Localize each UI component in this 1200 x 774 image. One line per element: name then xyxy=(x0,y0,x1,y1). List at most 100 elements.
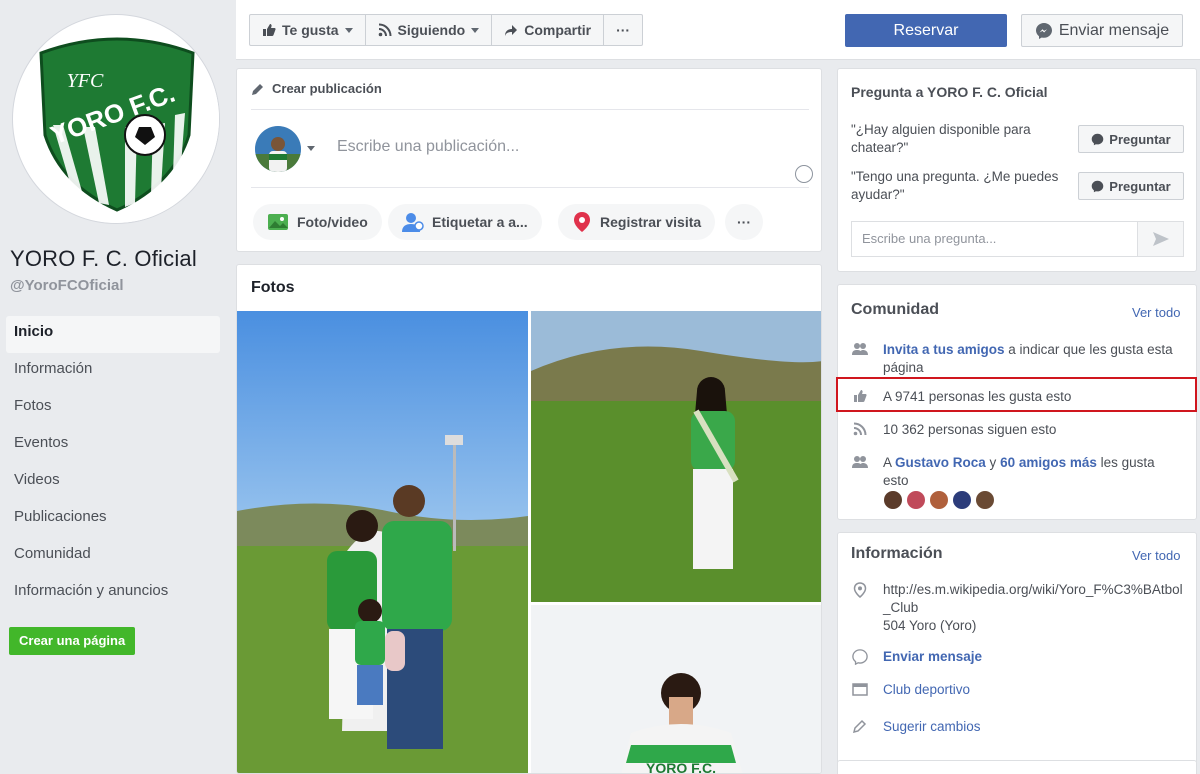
friend-name-link[interactable]: Gustavo Roca xyxy=(895,455,986,470)
nav-item-eventos[interactable]: Eventos xyxy=(6,427,220,464)
photos-card: Fotos YORO F.C. xyxy=(236,264,822,774)
information-title: Información xyxy=(851,545,943,562)
messenger-icon xyxy=(1092,133,1104,145)
address: 504 Yoro (Yoro) xyxy=(883,618,977,633)
folder-icon xyxy=(852,683,868,696)
ask-question-2: "Tengo una pregunta. ¿Me puedes ayudar?" xyxy=(851,169,1059,202)
messenger-icon xyxy=(1092,180,1104,192)
nav-item-inicio[interactable]: Inicio xyxy=(6,316,220,353)
nav-item-videos[interactable]: Videos xyxy=(6,464,220,501)
thumbs-up-icon xyxy=(263,24,276,36)
info-send-message-link[interactable]: Enviar mensaje xyxy=(883,648,982,666)
suggest-edits-link[interactable]: Sugerir cambios xyxy=(883,718,981,736)
share-button[interactable]: Compartir xyxy=(492,15,605,45)
location-pin-icon xyxy=(574,212,590,232)
friend-avatar[interactable] xyxy=(930,491,948,509)
ask-button-1-label: Preguntar xyxy=(1109,131,1171,147)
community-see-all-link[interactable]: Ver todo xyxy=(1132,305,1180,320)
nav-item-publicaciones[interactable]: Publicaciones xyxy=(6,501,220,538)
nav-item-comunidad[interactable]: Comunidad xyxy=(6,538,220,575)
people-icon xyxy=(852,456,868,468)
more-label: ··· xyxy=(616,22,631,38)
page-handle: @YoroFCOficial xyxy=(10,277,124,294)
people-icon xyxy=(852,343,868,355)
following-label: Siguiendo xyxy=(397,22,466,38)
nav-item-fotos[interactable]: Fotos xyxy=(6,390,220,427)
share-label: Compartir xyxy=(524,22,592,38)
more-actions-button[interactable]: ··· xyxy=(604,15,642,45)
information-see-all-link[interactable]: Ver todo xyxy=(1132,548,1180,563)
photo-video-label: Foto/video xyxy=(297,214,368,230)
logo-monogram: YFC xyxy=(67,70,104,92)
friends-like-row: A Gustavo Roca y 60 amigos más les gusta… xyxy=(851,454,1183,490)
tag-friends-label: Etiquetar a a... xyxy=(432,214,528,230)
info-message-row: Enviar mensaje xyxy=(851,648,1183,666)
next-card xyxy=(837,760,1197,774)
website-url[interactable]: http://es.m.wikipedia.org/wiki/Yoro_F%C3… xyxy=(883,582,1183,615)
nav-item-informacion[interactable]: Información xyxy=(6,353,220,390)
more-friends-link[interactable]: 60 amigos más xyxy=(1000,455,1097,470)
following-button[interactable]: Siguiendo xyxy=(366,15,493,45)
create-post-title: Crear publicación xyxy=(272,81,382,96)
send-message-button[interactable]: Enviar mensaje xyxy=(1021,14,1183,47)
likes-highlight-box xyxy=(836,377,1197,412)
ask-question-input[interactable]: Escribe una pregunta... xyxy=(851,221,1138,257)
ask-question-1: "¿Hay alguien disponible para chatear?" xyxy=(851,122,1031,155)
left-column: YORO F.C. YFC YORO F. C. Oficial @YoroFC… xyxy=(0,0,230,774)
followers-row: 10 362 personas siguen esto xyxy=(851,421,1183,439)
nav-item-info-anuncios[interactable]: Información y anuncios xyxy=(6,575,220,612)
user-avatar[interactable] xyxy=(255,126,301,172)
photos-title: Fotos xyxy=(251,279,295,296)
like-button[interactable]: Te gusta xyxy=(250,15,366,45)
create-post-card: Crear publicación Escribe una publicació… xyxy=(236,68,822,252)
messenger-icon xyxy=(852,649,868,665)
send-question-button[interactable] xyxy=(1137,221,1184,257)
caret-down-icon xyxy=(344,27,353,33)
invite-friends-link[interactable]: Invita a tus amigos xyxy=(883,342,1005,357)
ask-title: Pregunta a YORO F. C. Oficial xyxy=(851,84,1048,100)
create-post-header: Crear publicación xyxy=(251,81,382,96)
friend-avatar[interactable] xyxy=(953,491,971,509)
pencil-icon xyxy=(853,719,867,733)
create-page-button[interactable]: Crear una página xyxy=(9,627,136,655)
post-input[interactable]: Escribe una publicación... xyxy=(337,138,519,156)
followers-count: 10 362 personas siguen esto xyxy=(883,422,1057,437)
ask-button-2[interactable]: Preguntar xyxy=(1078,172,1184,200)
friend-avatar[interactable] xyxy=(884,491,902,509)
website-row: http://es.m.wikipedia.org/wiki/Yoro_F%C3… xyxy=(851,581,1183,635)
send-arrow-icon xyxy=(1152,232,1169,246)
location-pin-icon xyxy=(853,582,867,598)
composer-more-label: ··· xyxy=(737,214,751,230)
check-in-label: Registrar visita xyxy=(600,214,702,230)
friend-avatar[interactable] xyxy=(907,491,925,509)
photo-family[interactable] xyxy=(237,311,528,773)
page-nav: Inicio Información Fotos Eventos Videos … xyxy=(6,316,220,612)
friend-avatars xyxy=(884,491,994,509)
rss-icon xyxy=(853,422,867,436)
tag-friends-button[interactable]: Etiquetar a a... xyxy=(388,204,542,240)
category-row: Club deportivo xyxy=(851,681,1183,699)
photo-woman-sash[interactable] xyxy=(531,311,821,602)
photo-player-jersey[interactable]: YORO F.C. xyxy=(531,605,821,774)
check-in-button[interactable]: Registrar visita xyxy=(558,204,716,240)
community-title: Comunidad xyxy=(851,301,939,318)
emoji-icon[interactable] xyxy=(795,165,813,183)
photo-video-button[interactable]: Foto/video xyxy=(253,204,382,240)
friend-avatar[interactable] xyxy=(976,491,994,509)
caret-down-icon xyxy=(471,27,480,33)
profile-picture[interactable]: YORO F.C. YFC xyxy=(12,14,220,224)
composer-more-button[interactable]: ··· xyxy=(725,204,763,240)
ask-button-2-label: Preguntar xyxy=(1109,178,1171,194)
ask-button-1[interactable]: Preguntar xyxy=(1078,125,1184,153)
audience-caret-icon[interactable] xyxy=(307,146,315,151)
category-link[interactable]: Club deportivo xyxy=(883,681,970,699)
page-name[interactable]: YORO F. C. Oficial xyxy=(10,246,197,272)
invite-friends-row: Invita a tus amigos a indicar que les gu… xyxy=(851,341,1183,377)
rss-icon xyxy=(378,23,392,37)
jersey-text: YORO F.C. xyxy=(646,760,716,774)
ask-page-card: Pregunta a YORO F. C. Oficial "¿Hay algu… xyxy=(837,68,1197,272)
reserve-button[interactable]: Reservar xyxy=(845,14,1007,47)
send-message-label: Enviar mensaje xyxy=(1058,21,1170,39)
photo-icon xyxy=(268,214,288,230)
divider xyxy=(251,109,809,110)
